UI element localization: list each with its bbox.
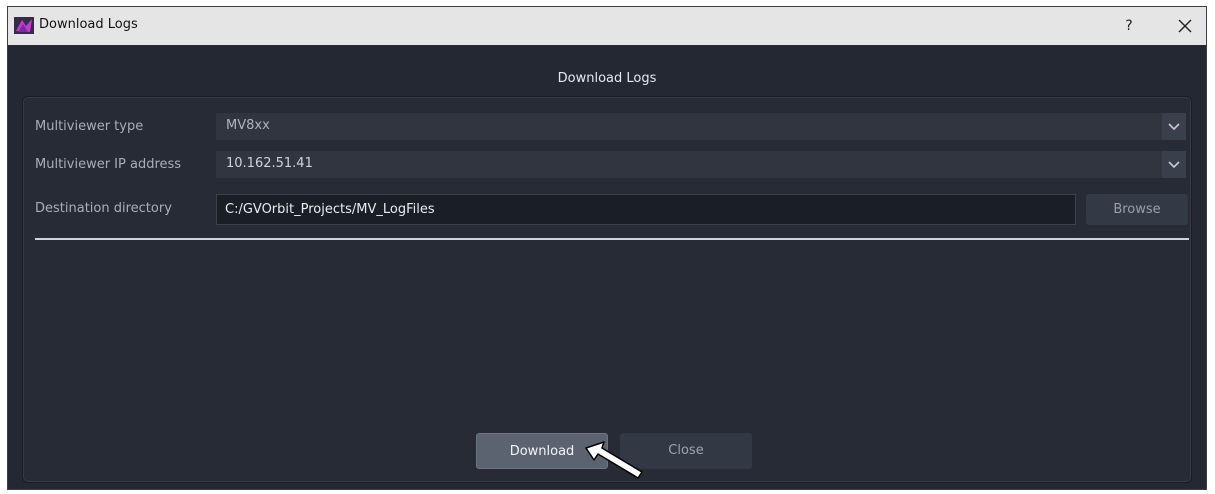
multiviewer-type-dropdown[interactable] — [1162, 113, 1186, 140]
browse-button[interactable]: Browse — [1086, 194, 1188, 225]
help-button[interactable]: ? — [1116, 13, 1142, 39]
chevron-down-icon — [1168, 161, 1180, 169]
multiviewer-ip-value: 10.162.51.41 — [226, 156, 313, 171]
gvorbit-app-icon — [14, 17, 34, 34]
dialog-heading: Download Logs — [557, 71, 657, 86]
multiviewer-type-value: MV8xx — [226, 118, 270, 133]
multiviewer-type-select[interactable]: MV8xx — [216, 113, 1186, 140]
multiviewer-ip-select[interactable]: 10.162.51.41 — [216, 151, 1186, 178]
pointer-arrow-icon — [585, 441, 643, 479]
destination-directory-label: Destination directory — [35, 201, 172, 216]
multiviewer-ip-label: Multiviewer IP address — [35, 157, 182, 172]
close-icon[interactable] — [1172, 13, 1198, 39]
chevron-down-icon — [1168, 123, 1180, 131]
title-bar: Download Logs ? — [8, 7, 1206, 45]
window-title: Download Logs — [39, 17, 138, 32]
multiviewer-type-label: Multiviewer type — [35, 119, 144, 134]
form-panel: Multiviewer type MV8xx Multiviewer IP ad… — [22, 96, 1192, 483]
multiviewer-ip-dropdown[interactable] — [1162, 151, 1186, 178]
separator-line — [35, 238, 1189, 240]
download-logs-window: Download Logs ? Download Logs Multiviewe… — [7, 6, 1207, 490]
destination-directory-value: C:/GVOrbit_Projects/MV_LogFiles — [225, 202, 435, 217]
destination-directory-input[interactable]: C:/GVOrbit_Projects/MV_LogFiles — [216, 194, 1076, 225]
